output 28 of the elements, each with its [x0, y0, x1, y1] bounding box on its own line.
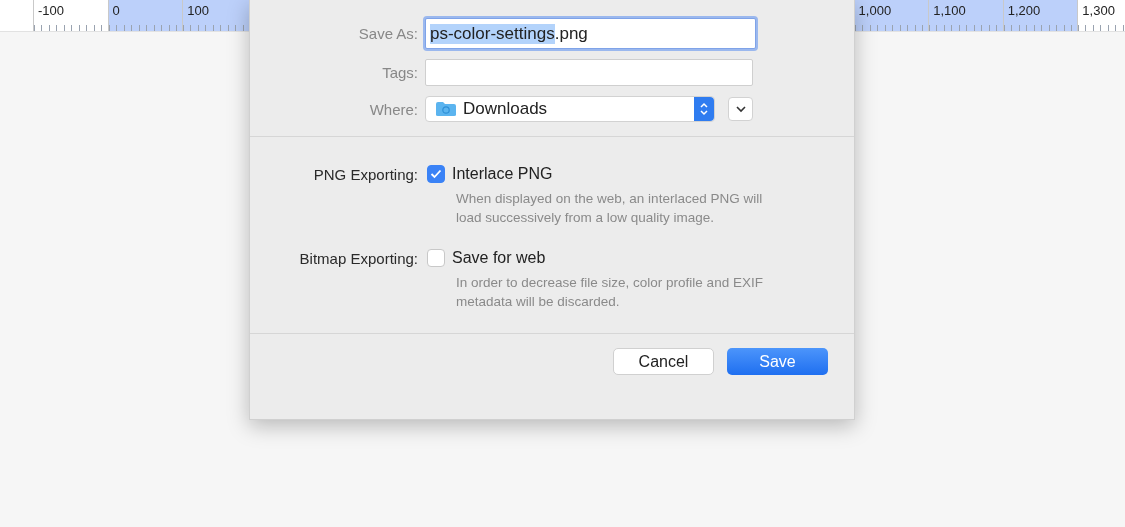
chevron-down-icon [734, 105, 747, 113]
checkmark-icon [430, 169, 442, 179]
tags-field[interactable] [425, 59, 753, 86]
save-button[interactable]: Save [727, 348, 828, 375]
ruler-label: 1,100 [933, 3, 966, 18]
checkbox[interactable] [427, 249, 445, 267]
field-label: Save As: [357, 25, 418, 42]
option-description: In order to decrease file size, color profile and EXIF metadata will be discarded. [456, 274, 764, 311]
ruler-label: 1,300 [1082, 3, 1115, 18]
filename-field[interactable]: ps-color-settings.png [425, 18, 756, 49]
ruler-label: 0 [112, 3, 120, 18]
expand-button[interactable] [728, 97, 753, 121]
option-label: Bitmap Exporting: [298, 249, 418, 267]
location-popup[interactable]: Downloads [425, 96, 715, 122]
ruler-label: 1,000 [858, 3, 892, 18]
folder-icon [435, 101, 457, 117]
option-description: When displayed on the web, an interlaced PNG will load successively from a low quality image. [456, 190, 764, 227]
ruler-label: 100 [187, 3, 209, 18]
cancel-button[interactable]: Cancel [613, 348, 714, 375]
ruler-label: -100 [38, 3, 65, 18]
field-label: Tags: [381, 64, 418, 81]
option-label: PNG Exporting: [312, 165, 418, 183]
stepper-icon [694, 97, 714, 121]
checkbox-label: Save for web [452, 249, 546, 267]
field-label: Where: [368, 100, 418, 118]
checkbox-label: Interlace PNG [452, 165, 553, 183]
checkbox[interactable] [427, 165, 445, 183]
ruler-label: 1,200 [1007, 3, 1041, 18]
